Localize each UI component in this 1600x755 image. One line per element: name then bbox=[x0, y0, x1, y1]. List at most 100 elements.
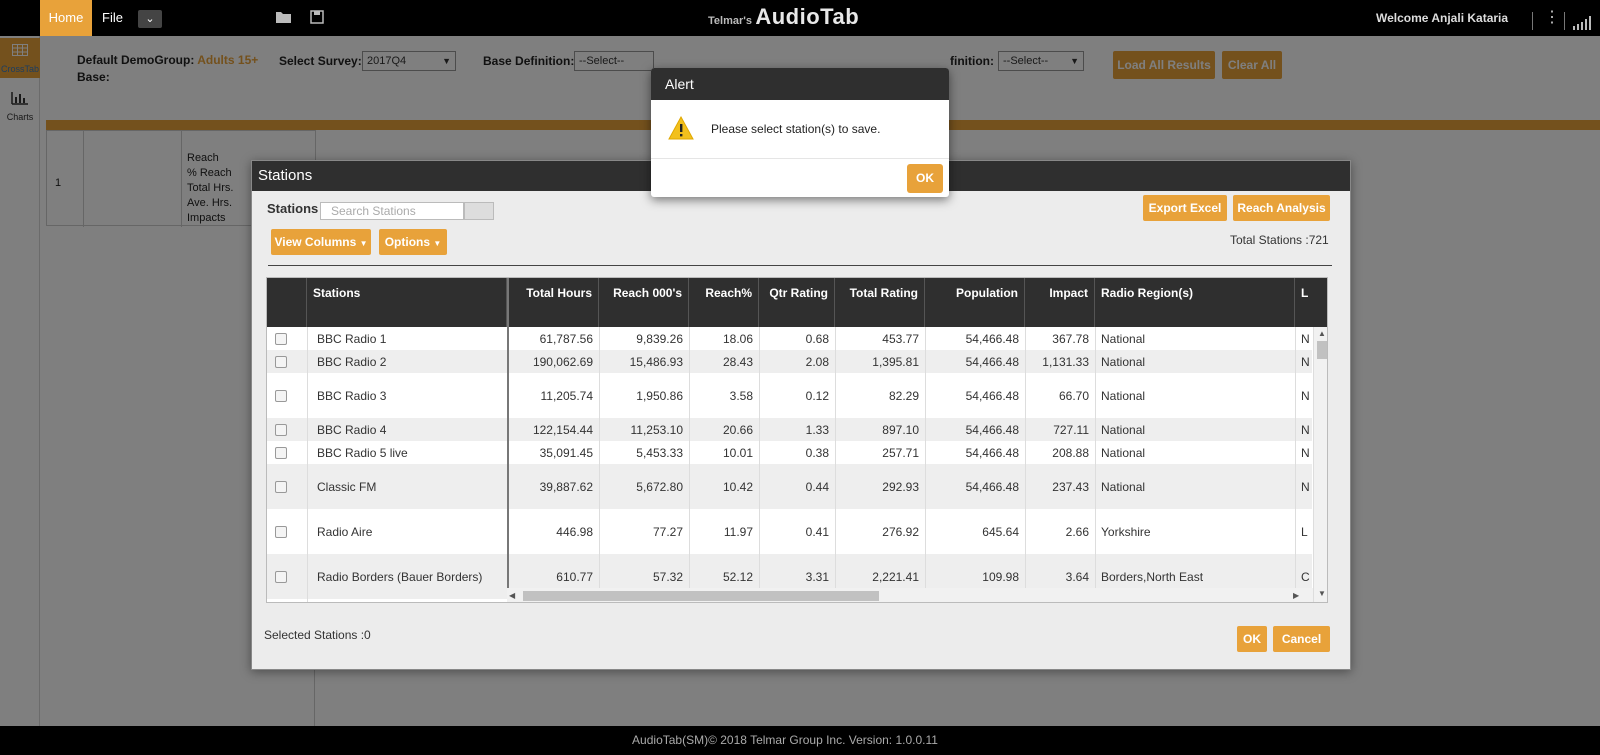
table-row[interactable]: BBC Radio 5 live 35,091.45 5,453.33 10.01 0.… bbox=[267, 441, 1312, 464]
tab-home[interactable]: Home bbox=[40, 0, 92, 36]
divider bbox=[1564, 12, 1565, 30]
row-checkbox[interactable] bbox=[275, 424, 287, 436]
cell-population: 54,466.48 bbox=[965, 332, 1019, 346]
cell-population: 54,466.48 bbox=[965, 446, 1019, 460]
divider bbox=[1532, 12, 1533, 30]
cell-radio-region: National bbox=[1101, 446, 1146, 460]
cell-qtr-rating: 3.31 bbox=[805, 570, 829, 584]
column-header-population[interactable]: Population bbox=[925, 278, 1025, 327]
divider bbox=[599, 327, 600, 602]
horizontal-scrollbar[interactable]: ◀ ▶ bbox=[507, 588, 1313, 602]
divider bbox=[1095, 327, 1096, 602]
stations-label: Stations bbox=[267, 201, 319, 216]
column-header-stations[interactable]: Stations bbox=[307, 278, 507, 327]
view-columns-button[interactable]: View Columns ▼ bbox=[271, 229, 371, 255]
column-header-reach[interactable]: Reach 000's bbox=[599, 278, 689, 327]
warning-icon bbox=[668, 116, 694, 140]
caret-down-icon: ▼ bbox=[359, 239, 368, 248]
scrollbar-thumb[interactable] bbox=[523, 591, 879, 601]
cell-partial: N bbox=[1301, 446, 1310, 460]
scroll-right-icon[interactable]: ▶ bbox=[1293, 591, 1299, 600]
scroll-left-icon[interactable]: ◀ bbox=[509, 591, 515, 600]
brand-small: Telmar's bbox=[708, 15, 752, 27]
column-header-qtr-rating[interactable]: Qtr Rating bbox=[759, 278, 835, 327]
cell-qtr-rating: 0.38 bbox=[805, 446, 829, 460]
frozen-column-divider[interactable] bbox=[507, 278, 509, 602]
options-button[interactable]: Options ▼ bbox=[379, 229, 447, 255]
chevron-down-icon[interactable]: ⌄ bbox=[138, 10, 162, 28]
table-row[interactable]: BBC Radio 1 61,787.56 9,839.26 18.06 0.68 453… bbox=[267, 327, 1312, 350]
table-row[interactable]: Classic FM 39,887.62 5,672.80 10.42 0.44 292.… bbox=[267, 464, 1312, 509]
footer: AudioTab(SM)© 2018 Telmar Group Inc. Ver… bbox=[0, 726, 1600, 755]
table-row[interactable]: BBC Radio 4 122,154.44 11,253.10 20.66 1.33 8… bbox=[267, 418, 1312, 441]
column-header-total-rating[interactable]: Total Rating bbox=[835, 278, 925, 327]
row-checkbox[interactable] bbox=[275, 356, 287, 368]
row-checkbox[interactable] bbox=[275, 481, 287, 493]
table-row[interactable]: BBC Radio 2 190,062.69 15,486.93 28.43 2.08 1… bbox=[267, 350, 1312, 373]
cell-qtr-rating: 1.33 bbox=[805, 423, 829, 437]
cell-reach-pct: 52.12 bbox=[722, 570, 753, 584]
scroll-down-icon[interactable]: ▼ bbox=[1318, 589, 1326, 598]
tab-file[interactable]: File bbox=[102, 0, 123, 36]
scrollbar-thumb[interactable] bbox=[1317, 341, 1327, 359]
row-checkbox[interactable] bbox=[275, 526, 287, 538]
caret-down-icon: ▼ bbox=[433, 239, 442, 248]
row-checkbox[interactable] bbox=[275, 447, 287, 459]
divider bbox=[689, 327, 690, 602]
export-excel-button[interactable]: Export Excel bbox=[1143, 195, 1227, 221]
top-bar: Home File ⌄ Telmar's AudioTab Welcome An… bbox=[0, 0, 1600, 36]
cell-reach-pct: 10.01 bbox=[722, 446, 753, 460]
vertical-scrollbar[interactable]: ▲ ▼ bbox=[1313, 327, 1327, 602]
cell-station-name: BBC Radio 2 bbox=[317, 355, 387, 369]
cell-total-rating: 453.77 bbox=[882, 332, 919, 346]
view-columns-label: View Columns bbox=[274, 235, 357, 249]
cell-reach: 15,486.93 bbox=[629, 355, 683, 369]
table-row[interactable]: BBC Radio 3 11,205.74 1,950.86 3.58 0.12 82.2… bbox=[267, 373, 1312, 418]
row-checkbox[interactable] bbox=[275, 333, 287, 345]
row-checkbox[interactable] bbox=[275, 571, 287, 583]
cell-partial: N bbox=[1301, 389, 1310, 403]
cell-station-name: BBC Radio 5 live bbox=[317, 446, 408, 460]
cell-partial: N bbox=[1301, 480, 1310, 494]
cell-station-name: Radio Borders (Bauer Borders) bbox=[317, 570, 483, 584]
ok-button[interactable]: OK bbox=[1237, 626, 1267, 652]
cell-radio-region: National bbox=[1101, 389, 1146, 403]
search-button[interactable] bbox=[464, 202, 494, 220]
cancel-button[interactable]: Cancel bbox=[1273, 626, 1330, 652]
cell-qtr-rating: 2.08 bbox=[805, 355, 829, 369]
cell-total-rating: 897.10 bbox=[882, 423, 919, 437]
cell-reach-pct: 28.43 bbox=[722, 355, 753, 369]
alert-ok-button[interactable]: OK bbox=[907, 164, 943, 193]
cell-total-rating: 257.71 bbox=[882, 446, 919, 460]
cell-station-name: Radio Aire bbox=[317, 525, 373, 539]
cell-qtr-rating: 0.12 bbox=[805, 389, 829, 403]
cell-reach-pct: 3.58 bbox=[729, 389, 753, 403]
column-header-total-hours[interactable]: Total Hours bbox=[509, 278, 599, 327]
cell-qtr-rating: 0.68 bbox=[805, 332, 829, 346]
cell-reach: 5,453.33 bbox=[636, 446, 683, 460]
cell-radio-region: Borders,North East bbox=[1101, 570, 1204, 584]
folder-open-icon[interactable] bbox=[275, 10, 293, 24]
save-icon[interactable] bbox=[310, 10, 324, 24]
table-row[interactable]: Radio Aire 446.98 77.27 11.97 0.41 276.92 645.… bbox=[267, 509, 1312, 554]
total-stations: Total Stations :721 bbox=[1230, 233, 1329, 247]
column-header-partial[interactable]: L bbox=[1295, 278, 1313, 327]
divider bbox=[925, 327, 926, 602]
row-checkbox[interactable] bbox=[275, 390, 287, 402]
search-stations-input[interactable]: Search Stations bbox=[320, 202, 464, 220]
alert-title: Alert bbox=[651, 68, 949, 100]
cell-total-hours: 61,787.56 bbox=[539, 332, 593, 346]
cell-qtr-rating: 0.41 bbox=[805, 525, 829, 539]
cell-impact: 2.66 bbox=[1065, 525, 1089, 539]
kebab-menu-icon[interactable]: ⋮ bbox=[1544, 8, 1560, 28]
cell-station-name: BBC Radio 1 bbox=[317, 332, 387, 346]
scroll-up-icon[interactable]: ▲ bbox=[1318, 329, 1326, 338]
column-header-reach-pct[interactable]: Reach% bbox=[689, 278, 759, 327]
stations-grid: Stations Total Hours Reach 000's Reach% … bbox=[266, 277, 1328, 603]
column-header-radio-regions[interactable]: Radio Region(s) bbox=[1095, 278, 1295, 327]
cell-reach-pct: 10.42 bbox=[722, 480, 753, 494]
reach-analysis-button[interactable]: Reach Analysis bbox=[1233, 195, 1330, 221]
column-header-impact[interactable]: Impact bbox=[1025, 278, 1095, 327]
cell-population: 54,466.48 bbox=[965, 480, 1019, 494]
stations-modal: Stations Stations Search Stations View C… bbox=[251, 160, 1351, 670]
